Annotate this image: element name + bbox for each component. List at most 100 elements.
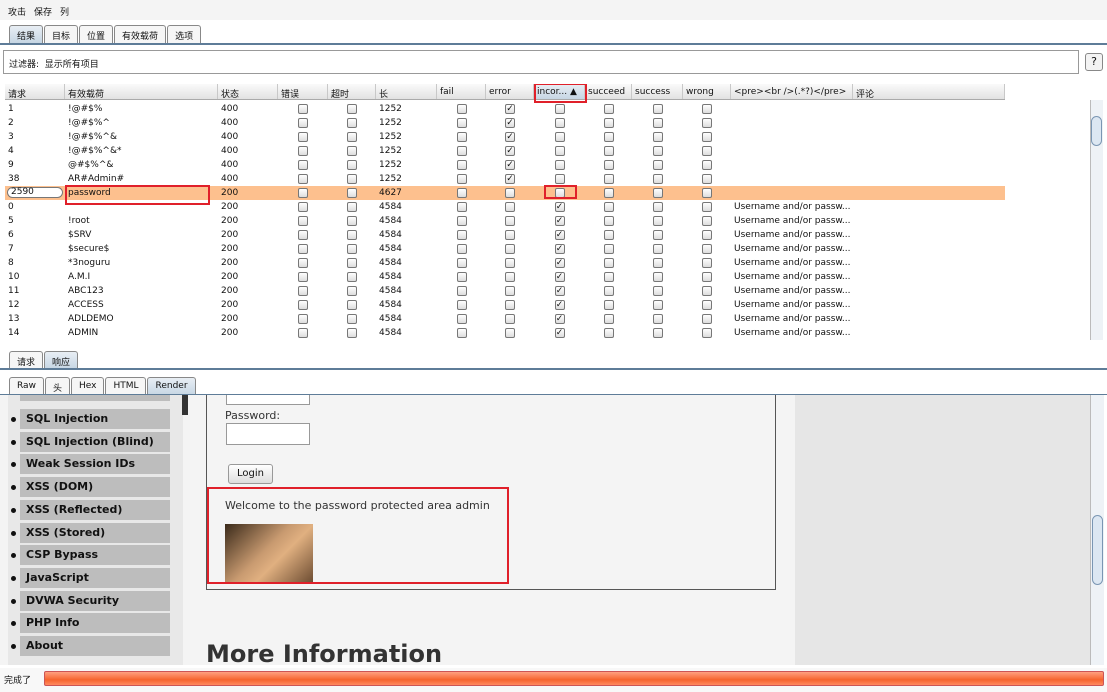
response-length: 4584 (379, 314, 402, 324)
username-field[interactable] (226, 395, 310, 405)
help-button[interactable]: ? (1085, 53, 1103, 71)
extracted-text: Username and/or passw... (734, 230, 851, 240)
req-resp-tabs: 请求 响应 (9, 351, 79, 369)
match-checkbox: ✓ (554, 244, 565, 254)
menu-attack[interactable]: 攻击 (8, 8, 26, 18)
table-row[interactable]: 38 AR#Admin# 400 1252 ✓ (5, 172, 1005, 186)
match-checkbox (652, 188, 663, 198)
extracted-text (731, 116, 853, 130)
tab-response[interactable]: 响应 (44, 351, 79, 369)
table-row[interactable]: 11 ABC123 200 4584 ✓ Username and/or passw... (5, 284, 1005, 298)
match-checkbox (702, 258, 712, 268)
request-number: 7 (8, 244, 14, 254)
column-header[interactable]: wrong (683, 84, 731, 99)
bullet-icon (11, 598, 16, 604)
table-row[interactable]: 9 @#$%^& 400 1252 ✓ (5, 158, 1005, 172)
table-row[interactable]: 3 !@#$%^& 400 1252 ✓ (5, 130, 1005, 144)
match-checkbox (505, 230, 515, 240)
match-checkbox (603, 230, 614, 240)
match-checkbox: ✓ (554, 328, 565, 338)
column-header[interactable]: 有效载荷 (65, 84, 218, 99)
match-checkbox: ✓ (554, 286, 565, 296)
table-row[interactable]: 6 $SRV 200 4584 ✓ Username and/or passw... (5, 228, 1005, 242)
response-length: 1252 (379, 146, 402, 156)
sidebar-item[interactable]: Weak Session IDs (20, 454, 170, 475)
match-checkbox (603, 202, 614, 212)
sidebar-item[interactable]: XSS (DOM) (20, 477, 170, 498)
request-number: 4 (8, 146, 14, 156)
request-selector[interactable]: 2590 (7, 187, 63, 198)
payload: ADLDEMO (68, 314, 114, 324)
menu-save[interactable]: 保存 (34, 8, 52, 18)
match-checkbox (702, 300, 712, 310)
sidebar-item[interactable]: SQL Injection (20, 409, 170, 429)
column-header[interactable]: 长 (376, 84, 437, 99)
column-header[interactable]: 超时 (328, 84, 376, 99)
sidebar-item[interactable]: DVWA Security (20, 590, 170, 611)
table-row[interactable]: 10 A.M.I 200 4584 ✓ Username and/or passw... (5, 270, 1005, 284)
password-field[interactable] (226, 423, 310, 445)
filter-bar[interactable]: 过滤器: 显示所有项目 (3, 50, 1079, 74)
tab-raw[interactable]: Raw (9, 377, 44, 395)
table-row[interactable]: 7 $secure$ 200 4584 ✓ Username and/or passw..… (5, 242, 1005, 256)
extracted-text: Username and/or passw... (734, 314, 851, 324)
match-checkbox (554, 174, 565, 184)
match-checkbox: ✓ (505, 118, 515, 128)
table-row[interactable]: 5 !root 200 4584 ✓ Username and/or passw... (5, 214, 1005, 228)
payload: $SRV (68, 230, 92, 240)
column-header[interactable]: 评论 (853, 84, 1005, 99)
tab-request[interactable]: 请求 (9, 351, 44, 369)
sidebar-item[interactable]: SQL Injection (Blind) (20, 431, 170, 452)
table-row[interactable]: 1 !@#$% 400 1252 ✓ (5, 102, 1005, 116)
status-code: 200 (221, 244, 239, 254)
tab-html[interactable]: HTML (105, 377, 147, 395)
match-checkbox (347, 258, 357, 268)
bullet-icon (11, 485, 16, 491)
column-header[interactable]: fail (437, 84, 486, 99)
login-button[interactable]: Login (228, 464, 273, 484)
menu-columns[interactable]: 列 (60, 8, 69, 18)
match-checkbox (554, 118, 565, 128)
column-header[interactable]: error (486, 84, 534, 99)
table-row[interactable]: 12 ACCESS 200 4584 ✓ Username and/or passw... (5, 298, 1005, 312)
match-checkbox (456, 202, 467, 212)
sidebar-scrollbar[interactable] (182, 395, 188, 415)
column-header[interactable]: 状态 (218, 84, 278, 99)
sidebar-item-partial[interactable] (20, 395, 170, 401)
tab-positions[interactable]: 位置 (79, 25, 114, 43)
bullet-icon (11, 417, 16, 422)
table-row[interactable]: 13 ADLDEMO 200 4584 ✓ Username and/or passw..… (5, 312, 1005, 326)
sidebar-item[interactable]: CSP Bypass (20, 545, 170, 566)
tab-payloads[interactable]: 有效载荷 (114, 25, 167, 43)
dvwa-sidebar: SQL Injection SQL Injection (Blind) Weak S… (8, 395, 183, 665)
sidebar-item[interactable]: About (20, 636, 170, 656)
table-row[interactable]: 2 !@#$%^ 400 1252 ✓ (5, 116, 1005, 130)
column-header[interactable]: success (632, 84, 683, 99)
tab-hex[interactable]: Hex (70, 377, 105, 395)
bullet-icon (11, 530, 16, 536)
tab-options[interactable]: 选项 (167, 25, 202, 43)
sidebar-item[interactable]: XSS (Stored) (20, 522, 170, 543)
tab-render[interactable]: Render (147, 377, 196, 395)
tab-headers[interactable]: 头 (44, 377, 70, 395)
table-row[interactable]: 4 !@#$%^&* 400 1252 ✓ (5, 144, 1005, 158)
match-checkbox (298, 104, 308, 114)
column-header[interactable]: <pre><br />(.*?)</pre> (731, 84, 853, 99)
column-header[interactable]: succeed (585, 84, 632, 99)
render-scrollbar[interactable] (1090, 395, 1104, 665)
match-checkbox (603, 300, 614, 310)
table-row[interactable]: 14 ADMIN 200 4584 ✓ Username and/or passw... (5, 326, 1005, 340)
table-row[interactable]: 8 *3noguru 200 4584 ✓ Username and/or passw..… (5, 256, 1005, 270)
column-header[interactable]: 请求 (5, 84, 65, 99)
column-header[interactable]: 错误 (278, 84, 328, 99)
match-checkbox (298, 230, 308, 240)
sidebar-item[interactable]: JavaScript (20, 567, 170, 588)
match-checkbox (603, 328, 614, 338)
match-checkbox (298, 286, 308, 296)
sidebar-item[interactable]: XSS (Reflected) (20, 499, 170, 520)
tab-target[interactable]: 目标 (44, 25, 79, 43)
tab-results[interactable]: 结果 (9, 25, 44, 43)
scroll-thumb[interactable] (1091, 116, 1102, 146)
match-checkbox (652, 272, 663, 282)
sidebar-item[interactable]: PHP Info (20, 613, 170, 634)
